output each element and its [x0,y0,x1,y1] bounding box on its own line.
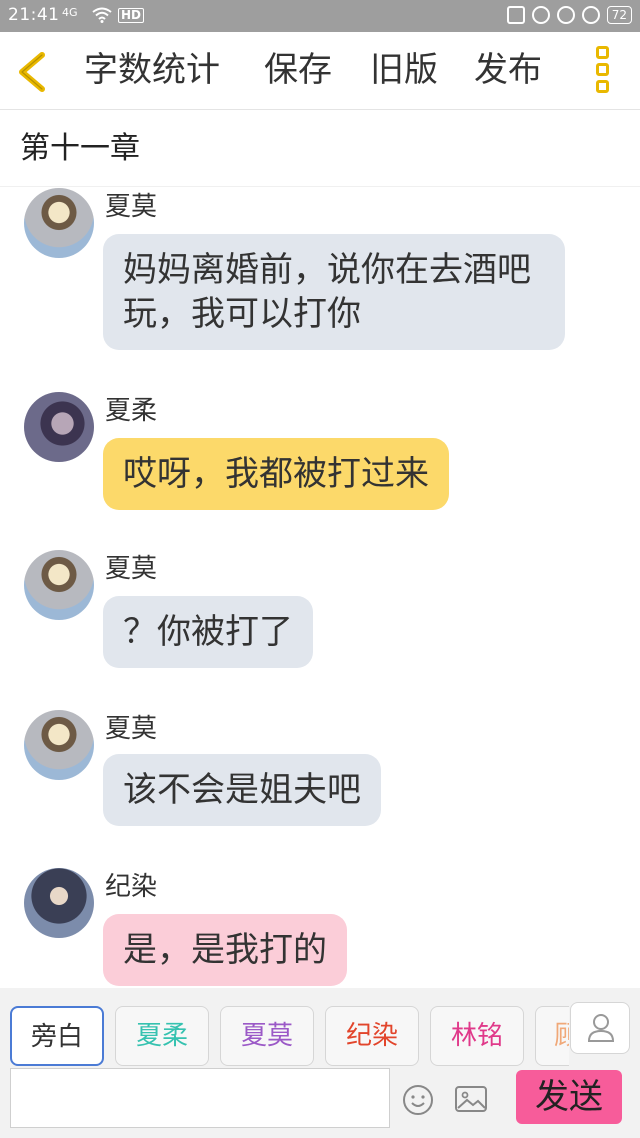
old-version-button[interactable]: 旧版 [370,48,438,92]
message-input[interactable] [10,1068,390,1128]
message-bubble[interactable]: 是，是我打的 [103,914,347,986]
avatar[interactable] [24,392,94,462]
headphones-icon [581,6,600,24]
sender-name: 夏莫 [105,714,158,744]
person-icon [587,1014,615,1042]
role-label: 夏莫 [240,1021,293,1051]
message-bubble[interactable]: 哎呀，我都被打过来 [103,438,449,510]
lock-rotation-icon [531,6,550,24]
role-label: 顾 [554,1021,569,1051]
role-tab[interactable]: 纪染 [325,1006,419,1066]
role-label: 旁白 [30,1022,83,1052]
sender-name: 夏莫 [105,554,158,584]
emoji-icon[interactable] [402,1084,434,1116]
message-bubble[interactable]: 妈妈离婚前，说你在去酒吧玩，我可以打你 [103,234,565,350]
sender-name: 纪染 [105,872,158,902]
battery-indicator: 72 [606,6,632,24]
role-label: 夏柔 [135,1021,188,1051]
back-arrow-icon[interactable] [14,51,50,93]
alarm-icon [556,6,575,24]
signal-icon: 4G [62,6,78,19]
sender-name: 夏莫 [105,192,158,222]
chat-area[interactable]: 夏莫 妈妈离婚前，说你在去酒吧玩，我可以打你 夏柔 哎呀，我都被打过来 夏莫 ？… [0,188,640,988]
wifi-icon [92,7,112,23]
role-selector-bar: 旁白 夏柔 夏莫 纪染 林铭 顾 [0,988,640,1066]
avatar[interactable] [24,710,94,780]
vibrate-icon [506,6,525,24]
role-label: 林铭 [450,1021,503,1051]
avatar[interactable] [24,550,94,620]
save-button[interactable]: 保存 [264,48,332,92]
avatar[interactable] [24,188,94,258]
publish-button[interactable]: 发布 [474,48,542,92]
word-count-button[interactable]: 字数统计 [84,48,220,92]
message-bubble[interactable]: 该不会是姐夫吧 [103,754,381,826]
status-bar: 21:41 4G HD 72 [0,0,640,32]
chapter-header: 第十一章 [0,111,640,187]
role-tab[interactable]: 顾 [535,1006,569,1066]
top-toolbar: 字数统计 保存 旧版 发布 [0,32,640,110]
status-time: 21:41 [8,5,60,25]
send-button[interactable]: 发送 [516,1070,622,1124]
role-tab[interactable]: 夏莫 [220,1006,314,1066]
more-menu-icon[interactable] [596,46,614,96]
role-label: 纪染 [345,1021,398,1051]
message-bubble[interactable]: ？你被打了 [103,596,313,668]
role-tab[interactable]: 夏柔 [115,1006,209,1066]
chapter-title[interactable]: 第十一章 [20,129,140,169]
hd-badge: HD [118,8,145,23]
add-role-button[interactable] [570,1002,630,1054]
input-bar: 发送 [0,1066,640,1138]
role-tab[interactable]: 林铭 [430,1006,524,1066]
sender-name: 夏柔 [105,396,158,426]
role-tab-narrator[interactable]: 旁白 [10,1006,104,1066]
image-icon[interactable] [454,1084,488,1114]
avatar[interactable] [24,868,94,938]
